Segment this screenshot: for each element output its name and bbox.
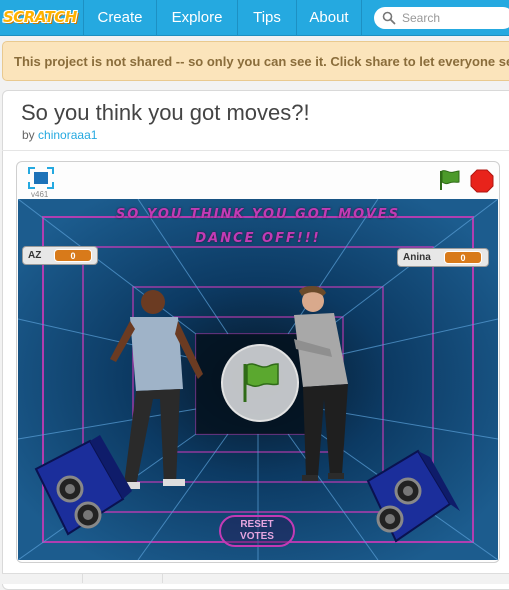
not-shared-banner: This project is not shared -- so only yo… <box>2 41 509 81</box>
nav-divider <box>361 0 362 36</box>
bottom-tab <box>2 573 83 583</box>
monitor-az-value: 0 <box>54 249 92 262</box>
banner-text: This project is not shared -- so only yo… <box>14 54 509 69</box>
monitor-az: AZ 0 <box>22 246 98 265</box>
search-box[interactable] <box>374 7 509 29</box>
monitor-anina-label: Anina <box>403 252 431 263</box>
start-flag-overlay[interactable] <box>221 344 299 422</box>
reset-votes-label-2: VOTES <box>240 531 274 542</box>
nav-create[interactable]: Create <box>84 0 156 36</box>
top-nav: SCRATCH Create Explore Tips About <box>0 0 509 36</box>
reset-votes-button[interactable]: RESET VOTES <box>219 515 295 547</box>
nav-explore[interactable]: Explore <box>157 0 237 36</box>
monitor-az-label: AZ <box>28 250 42 261</box>
by-label: by <box>22 128 35 142</box>
stage-title-line2: DANCE OFF!!! <box>195 231 321 246</box>
version-label: v461 <box>31 190 49 199</box>
reset-votes-label-1: RESET <box>240 519 274 530</box>
author-link[interactable]: chinoraaa1 <box>38 128 97 142</box>
project-stage[interactable]: SO YOU THINK YOU GOT MOVES DANCE OFF!!! … <box>18 199 498 560</box>
search-icon <box>382 11 396 25</box>
green-flag-icon[interactable] <box>436 168 462 192</box>
project-title: So you think you got moves?! <box>21 100 310 125</box>
nav-about[interactable]: About <box>297 0 361 36</box>
stage-title-line1: SO YOU THINK YOU GOT MOVES <box>115 207 401 222</box>
search-input[interactable] <box>402 9 507 27</box>
divider <box>2 150 509 151</box>
green-flag-icon <box>243 363 279 402</box>
bottom-tab <box>82 573 163 583</box>
scratch-logo[interactable]: SCRATCH <box>3 5 77 29</box>
nav-tips[interactable]: Tips <box>238 0 296 36</box>
stop-icon[interactable] <box>470 169 494 193</box>
project-author-line: by chinoraaa1 <box>22 128 97 142</box>
monitor-anina: Anina 0 <box>397 248 489 267</box>
monitor-anina-value: 0 <box>444 251 482 264</box>
fullscreen-icon[interactable] <box>28 167 54 189</box>
